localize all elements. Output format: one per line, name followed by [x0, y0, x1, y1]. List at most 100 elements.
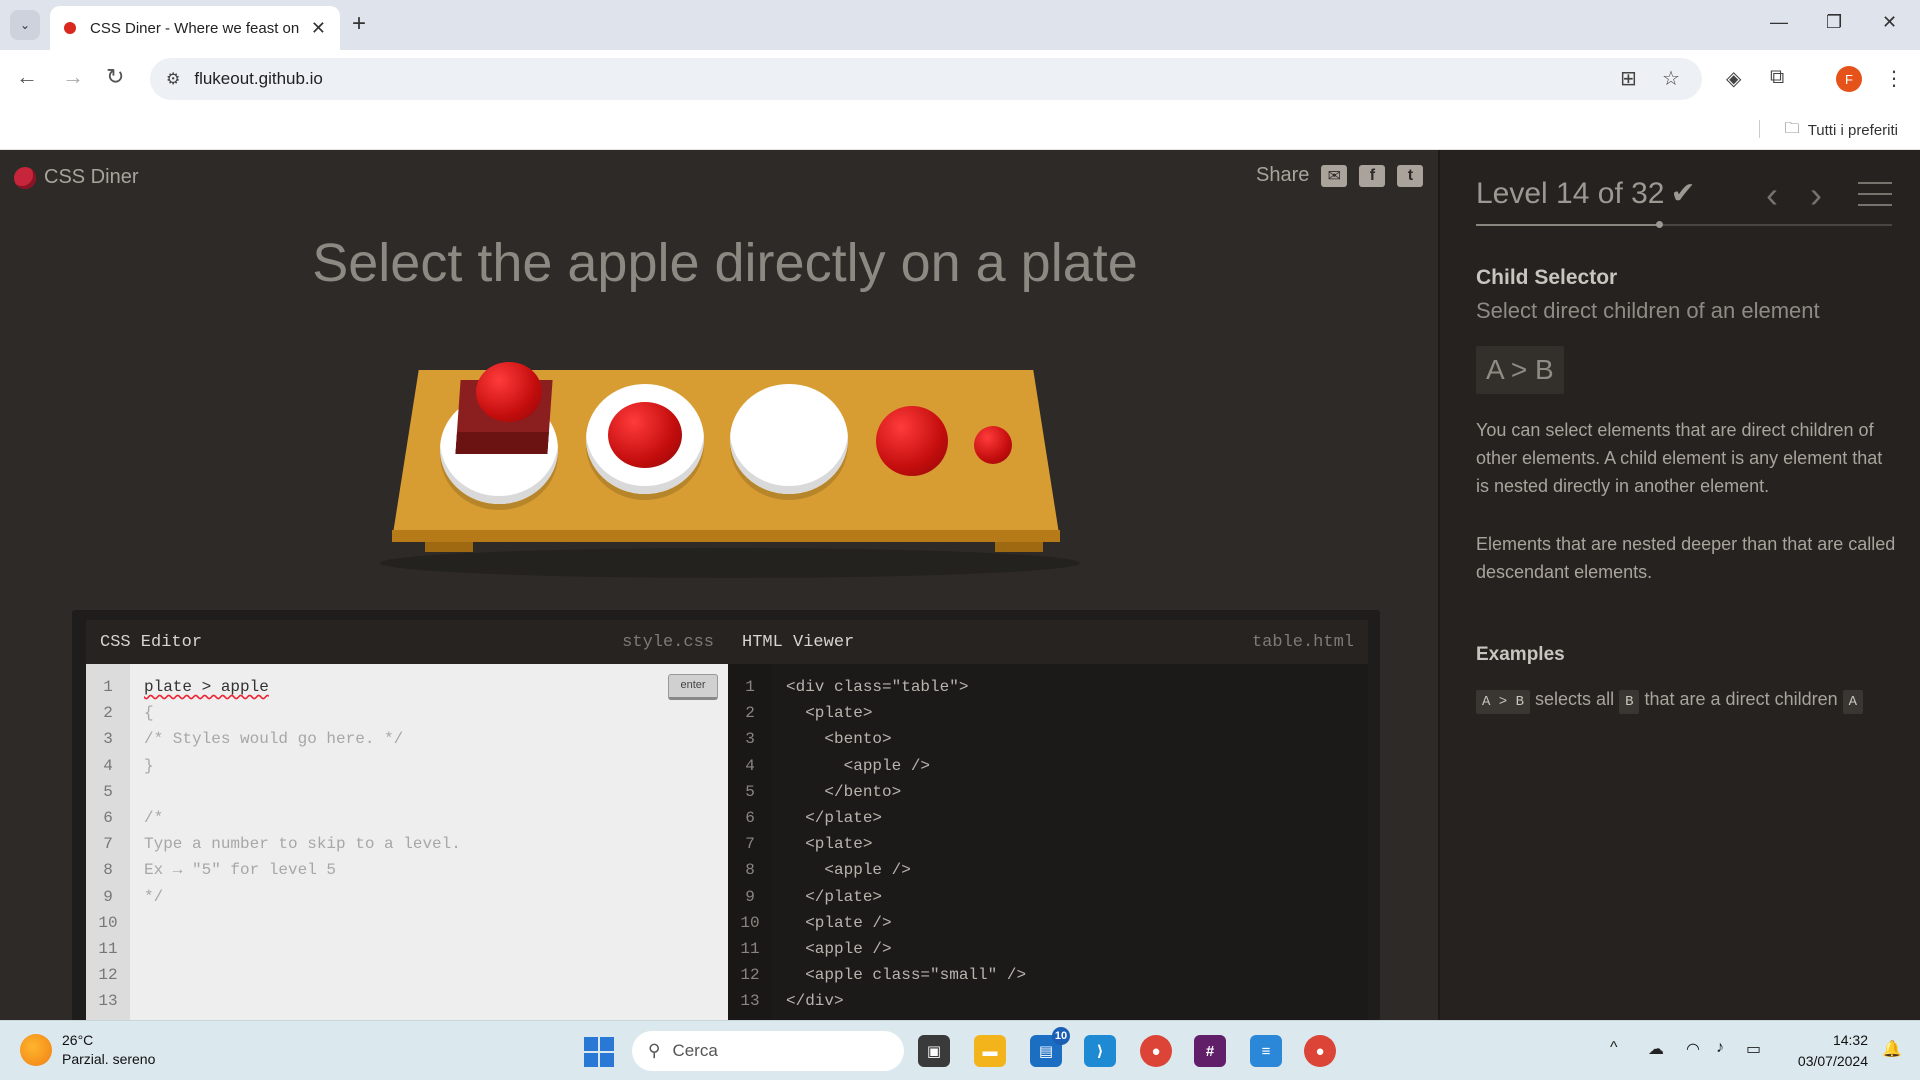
- profile-avatar[interactable]: F: [1836, 66, 1862, 92]
- reload-icon[interactable]: ↻: [106, 64, 124, 90]
- facebook-icon[interactable]: f: [1359, 164, 1386, 187]
- html-line: </bento>: [786, 782, 902, 801]
- plate-3[interactable]: [730, 384, 848, 494]
- forward-icon[interactable]: →: [62, 64, 84, 90]
- taskbar-clock[interactable]: 14:32 03/07/2024: [1788, 1030, 1868, 1072]
- css-line: */: [144, 887, 164, 906]
- outlook-icon[interactable]: ▤ 10: [1030, 1027, 1070, 1067]
- clock-date: 03/07/2024: [1797, 1053, 1868, 1069]
- html-viewer-header: HTML Viewer table.html: [728, 620, 1368, 664]
- css-file-name: style.css: [622, 632, 714, 652]
- css-editor-header: CSS Editor style.css: [86, 620, 728, 664]
- tab-title: CSS Diner - Where we feast on CSS select…: [90, 19, 300, 37]
- address-toolbar: ← → ↻ ⚙ flukeout.github.io ⊞ ☆ ◈ ⧉ F ⋮: [0, 50, 1920, 108]
- level-title: Level 14 of 32: [1476, 177, 1665, 210]
- line-number: 8: [103, 861, 113, 880]
- table-leg-left: [425, 542, 473, 552]
- small-apple[interactable]: [974, 426, 1012, 464]
- line-number: 12: [98, 966, 118, 985]
- slack-icon[interactable]: #: [1194, 1035, 1226, 1067]
- line-number: 7: [103, 835, 113, 854]
- all-bookmarks-button[interactable]: 🗀 Tutti i preferiti: [1785, 118, 1898, 143]
- selector-hint-1: You can select elements that are direct …: [1476, 420, 1883, 496]
- twitter-icon[interactable]: t: [1397, 164, 1424, 187]
- share-label: Share: [1256, 164, 1310, 186]
- css-line: Type a number to skip to a level.: [144, 835, 461, 854]
- task-view-icon[interactable]: ▣: [918, 1035, 950, 1067]
- minimize-icon[interactable]: —: [1770, 12, 1788, 33]
- bookmarks-separator: [1759, 120, 1760, 138]
- html-line: </plate>: [786, 887, 883, 906]
- chrome-profile-icon[interactable]: ●: [1304, 1035, 1336, 1067]
- example-text-1: selects all: [1535, 689, 1615, 709]
- window-close-icon[interactable]: ✕: [1882, 12, 1897, 33]
- volume-icon[interactable]: ♪: [1716, 1039, 1724, 1057]
- tray-overflow-icon[interactable]: ^: [1610, 1039, 1618, 1057]
- selector-name: Child Selector: [1476, 266, 1618, 289]
- new-tab-button[interactable]: +: [352, 10, 366, 38]
- html-file-name: table.html: [1251, 632, 1354, 652]
- search-placeholder: Cerca: [672, 1041, 718, 1060]
- level-progress-marker: [1656, 221, 1664, 228]
- wifi-icon[interactable]: ◠: [1686, 1039, 1700, 1059]
- css-line: /*: [144, 808, 164, 827]
- line-number: 11: [740, 939, 760, 958]
- extension-icon[interactable]: ◈: [1726, 66, 1741, 91]
- css-line: [144, 914, 461, 940]
- html-line-numbers: 1 2 3 4 5 6 7 8 9 10 11 12 13: [728, 664, 772, 1030]
- line-number: 13: [98, 992, 118, 1011]
- html-viewer-title: HTML Viewer: [742, 632, 855, 652]
- html-line: <apple />: [786, 756, 931, 775]
- tab-close-icon[interactable]: ✕: [311, 18, 326, 39]
- checkmark-icon: ✔: [1670, 177, 1696, 210]
- site-info-icon[interactable]: ⚙: [166, 69, 180, 89]
- back-icon[interactable]: ←: [16, 64, 38, 90]
- weather-widget[interactable]: 26°C Parzial. sereno: [20, 1031, 155, 1069]
- line-number: 10: [740, 913, 760, 932]
- extensions-puzzle-icon[interactable]: ⧉: [1770, 66, 1784, 89]
- css-line: /* Styles would go here. */: [144, 730, 404, 749]
- windows-start-icon[interactable]: [584, 1037, 614, 1067]
- html-line: <plate>: [786, 704, 873, 723]
- html-line: </div>: [786, 992, 844, 1011]
- notepad-icon[interactable]: ≡: [1250, 1035, 1282, 1067]
- next-level-icon[interactable]: ›: [1810, 174, 1822, 216]
- weather-condition: Parzial. sereno: [62, 1051, 156, 1067]
- line-number: 4: [103, 756, 113, 775]
- apple-on-table[interactable]: [876, 406, 948, 476]
- bookmark-star-icon[interactable]: ☆: [1662, 58, 1680, 100]
- line-number: 7: [745, 835, 755, 854]
- vscode-icon[interactable]: ⟩: [1084, 1035, 1116, 1067]
- apple-on-plate[interactable]: [608, 402, 682, 468]
- file-explorer-icon[interactable]: ▬: [974, 1035, 1006, 1067]
- email-icon[interactable]: ✉: [1321, 164, 1348, 187]
- battery-icon[interactable]: ▭: [1746, 1039, 1761, 1059]
- taskbar-search[interactable]: ⚲ Cerca: [632, 1031, 904, 1071]
- css-editor[interactable]: 1 2 3 4 5 6 7 8 9 10 11 12 13 plate > apple{/* Style…: [86, 664, 728, 1030]
- address-bar[interactable]: ⚙ flukeout.github.io ⊞ ☆: [150, 58, 1702, 100]
- level-header: Level 14 of 32 ✔: [1476, 176, 1696, 211]
- level-progress-fill: [1476, 224, 1660, 226]
- level-menu-icon[interactable]: [1858, 182, 1892, 206]
- clock-time: 14:32: [1832, 1032, 1868, 1048]
- html-line: <apple />: [786, 861, 911, 880]
- url-text[interactable]: flukeout.github.io: [194, 69, 323, 89]
- translate-icon[interactable]: ⊞: [1620, 58, 1637, 100]
- previous-level-icon[interactable]: ‹: [1766, 174, 1778, 216]
- more-menu-icon[interactable]: ⋮: [1884, 66, 1904, 91]
- css-code[interactable]: plate > apple {/* Styles would go here. *…: [144, 678, 461, 992]
- line-number: 13: [740, 992, 760, 1011]
- browser-tab[interactable]: CSS Diner - Where we feast on CSS select…: [50, 6, 340, 50]
- logo-text: CSS Diner: [44, 166, 139, 188]
- tab-search-dropdown-icon[interactable]: ⌄: [10, 10, 40, 40]
- chrome-icon[interactable]: ●: [1140, 1035, 1172, 1067]
- html-viewer: 1 2 3 4 5 6 7 8 9 10 11 12 13 <div class="table"> <p…: [728, 664, 1368, 1030]
- notification-bell-icon[interactable]: 🔔: [1882, 1039, 1902, 1059]
- apple-in-bento[interactable]: [476, 362, 542, 422]
- restore-icon[interactable]: ❐: [1826, 12, 1842, 33]
- enter-button[interactable]: enter: [668, 674, 718, 700]
- onedrive-icon[interactable]: ☁: [1648, 1039, 1664, 1059]
- css-line: [144, 966, 461, 992]
- html-line: <div class="table">: [786, 678, 969, 696]
- logo[interactable]: CSS Diner: [14, 166, 138, 189]
